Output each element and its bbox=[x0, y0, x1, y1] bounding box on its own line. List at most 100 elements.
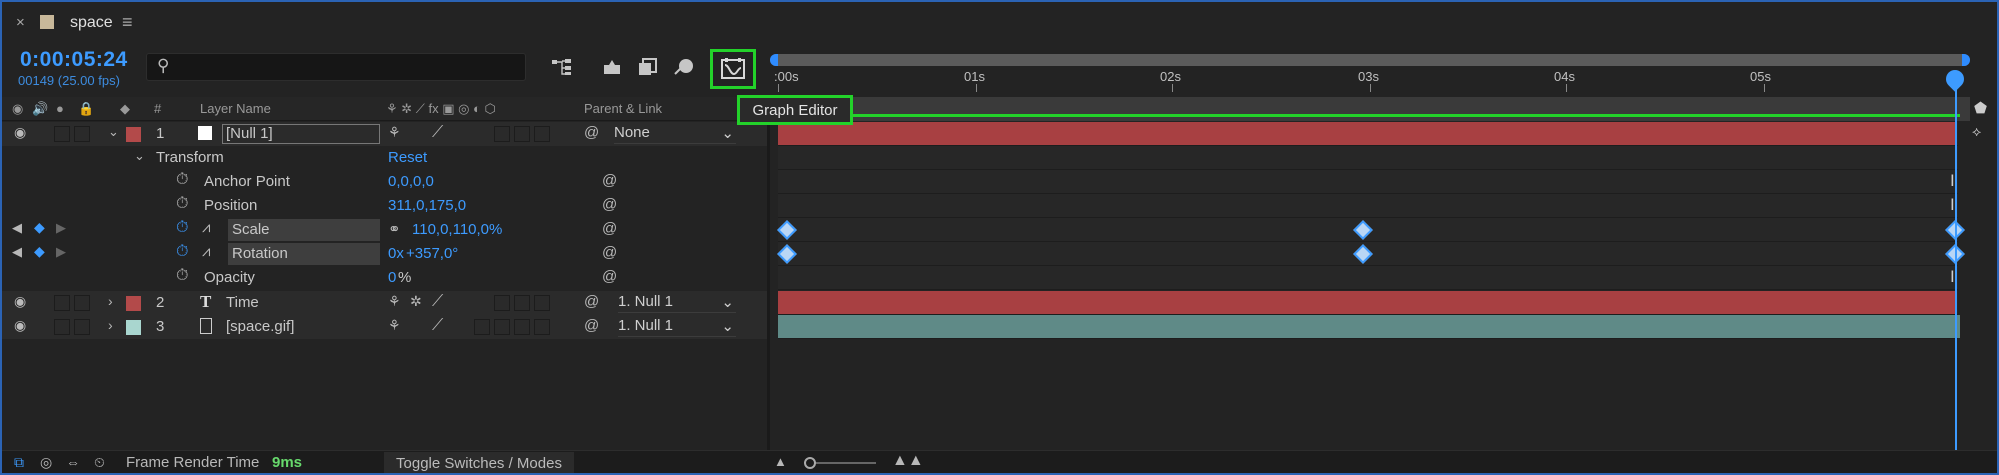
shy-switch-icon[interactable]: ⚘ bbox=[388, 124, 401, 141]
work-area-end-handle[interactable] bbox=[1962, 54, 1970, 66]
parent-dropdown[interactable]: 1. Null 1 ⌄ bbox=[618, 317, 736, 337]
rotation-degrees[interactable]: +357,0° bbox=[406, 245, 458, 262]
pickwhip-icon[interactable]: @ bbox=[584, 293, 599, 310]
layer-name[interactable]: [Null 1] bbox=[222, 124, 380, 144]
shy-switch-icon[interactable]: ⚘ bbox=[388, 317, 401, 334]
anchor-point-value[interactable]: 0,0,0,0 bbox=[388, 173, 434, 190]
panel-divider[interactable] bbox=[767, 97, 770, 452]
layer-name-header[interactable]: Layer Name bbox=[200, 101, 271, 116]
add-keyframe-icon[interactable]: ◆ bbox=[34, 243, 45, 260]
scale-value[interactable]: 110,0,110,0% bbox=[412, 221, 502, 238]
layer-2-duration-bar[interactable] bbox=[778, 291, 1956, 314]
rotation-revolutions[interactable]: 0x bbox=[388, 245, 404, 262]
switch[interactable] bbox=[494, 126, 510, 142]
label-color[interactable] bbox=[126, 320, 141, 335]
stopwatch-icon[interactable]: ⏱ bbox=[176, 171, 188, 189]
layer-3-duration-bar[interactable] bbox=[778, 315, 1960, 338]
audio-header-icon[interactable]: 🔊 bbox=[32, 101, 48, 117]
keyframe-rotation-1[interactable] bbox=[1353, 244, 1373, 264]
layer-row-1[interactable]: ◉ ⌄ 1 [Null 1] ⚘ ⟋ @ None ⌄ bbox=[2, 122, 767, 146]
switch[interactable] bbox=[514, 126, 530, 142]
reset-link[interactable]: Reset bbox=[388, 149, 427, 166]
switch[interactable] bbox=[474, 319, 490, 335]
prev-keyframe-icon[interactable]: ◀ bbox=[12, 220, 22, 236]
next-keyframe-icon[interactable]: ▶ bbox=[56, 244, 66, 260]
graph-icon[interactable]: ⩘ bbox=[202, 243, 210, 260]
chevron-right-icon[interactable]: › bbox=[108, 293, 113, 309]
lock-switch[interactable] bbox=[74, 319, 90, 335]
transform-group-row[interactable]: ⌄ Transform Reset bbox=[2, 146, 767, 170]
pickwhip-icon[interactable]: @ bbox=[584, 317, 599, 334]
solo-switch[interactable] bbox=[54, 126, 70, 142]
work-area-bar[interactable] bbox=[770, 54, 1970, 66]
eye-icon[interactable]: ◉ bbox=[14, 293, 26, 310]
stopwatch-icon[interactable]: ⏱ bbox=[176, 267, 188, 285]
switch[interactable] bbox=[494, 295, 510, 311]
comp-marker-icon[interactable]: ⬟ bbox=[1974, 99, 1987, 117]
layer-switches-icon[interactable]: ⧉ bbox=[14, 454, 24, 471]
add-keyframe-icon[interactable]: ◆ bbox=[34, 219, 45, 236]
stopwatch-active-icon[interactable]: ⏱ bbox=[176, 243, 188, 261]
composition-button-icon[interactable]: ⟡ bbox=[1972, 123, 1981, 140]
shy-switch-icon[interactable]: ⚘ bbox=[388, 293, 401, 310]
lock-switch[interactable] bbox=[74, 295, 90, 311]
quality-switch-icon[interactable]: ⟋ bbox=[432, 124, 443, 142]
panel-menu-icon[interactable]: ≡ bbox=[122, 12, 133, 33]
current-time-display[interactable]: 0:00:05:24 bbox=[20, 48, 128, 72]
frame-blending-icon[interactable] bbox=[634, 54, 662, 80]
comp-flowchart-icon[interactable] bbox=[548, 54, 576, 80]
quality-switch-icon[interactable]: ⟋ bbox=[432, 317, 443, 335]
label-color[interactable] bbox=[126, 127, 141, 142]
toggle-switches-modes-button[interactable]: Toggle Switches / Modes bbox=[384, 452, 574, 473]
eye-icon[interactable]: ◉ bbox=[14, 124, 26, 141]
graph-editor-button[interactable] bbox=[710, 49, 756, 89]
pickwhip-icon[interactable]: @ bbox=[584, 124, 599, 141]
opacity-value[interactable]: 0 bbox=[388, 269, 396, 286]
lock-header-icon[interactable]: 🔒 bbox=[78, 101, 94, 117]
draft-3d-icon[interactable] bbox=[598, 54, 626, 80]
constrain-proportions-icon[interactable]: ⚭ bbox=[388, 220, 401, 238]
chevron-down-icon[interactable]: ⌄ bbox=[134, 148, 145, 164]
solo-switch[interactable] bbox=[54, 295, 70, 311]
eye-icon[interactable]: ◉ bbox=[14, 317, 26, 334]
zoom-in-icon[interactable]: ▲▲ bbox=[892, 452, 924, 470]
quality-switch-icon[interactable]: ⟋ bbox=[432, 293, 443, 311]
lock-switch[interactable] bbox=[74, 126, 90, 142]
solo-switch[interactable] bbox=[54, 319, 70, 335]
stopwatch-icon[interactable]: ⏱ bbox=[176, 195, 188, 213]
tab-comp-name[interactable]: space bbox=[70, 14, 113, 32]
eye-header-icon[interactable]: ◉ bbox=[12, 101, 23, 117]
pickwhip-icon[interactable]: @ bbox=[602, 196, 617, 213]
work-area-start-handle[interactable] bbox=[770, 54, 778, 66]
motion-blur-icon[interactable] bbox=[670, 54, 698, 80]
transfer-controls-icon[interactable]: ◎ bbox=[40, 454, 52, 471]
layer-name[interactable]: [space.gif] bbox=[226, 318, 294, 335]
layer-row-3[interactable]: ◉ › 3 [space.gif] ⚘ ⟋ @ 1. Null 1 ⌄ bbox=[2, 315, 767, 339]
switch[interactable] bbox=[534, 126, 550, 142]
switch[interactable] bbox=[534, 295, 550, 311]
solo-header-icon[interactable]: ● bbox=[56, 101, 64, 116]
layer-name[interactable]: Time bbox=[226, 294, 259, 311]
parent-dropdown[interactable]: None ⌄ bbox=[614, 124, 736, 144]
parent-dropdown[interactable]: 1. Null 1 ⌄ bbox=[618, 293, 736, 313]
chevron-right-icon[interactable]: › bbox=[108, 317, 113, 333]
zoom-slider-thumb[interactable] bbox=[804, 457, 816, 469]
switch[interactable] bbox=[494, 319, 510, 335]
in-out-icon[interactable]: ⇔ bbox=[66, 454, 80, 470]
next-keyframe-icon[interactable]: ▶ bbox=[56, 220, 66, 236]
collapse-switch-icon[interactable]: ✲ bbox=[410, 293, 422, 310]
graph-icon[interactable]: ⩘ bbox=[202, 219, 210, 236]
pickwhip-icon[interactable]: @ bbox=[602, 268, 617, 285]
pickwhip-icon[interactable]: @ bbox=[602, 244, 617, 261]
layer-search-input[interactable]: ⚲ bbox=[146, 53, 526, 81]
pickwhip-icon[interactable]: @ bbox=[602, 172, 617, 189]
time-ruler[interactable]: :00s 01s 02s 03s 04s 05s 6s bbox=[770, 52, 1970, 94]
close-icon[interactable]: × bbox=[16, 14, 25, 31]
switch[interactable] bbox=[514, 319, 530, 335]
chevron-down-icon[interactable]: ⌄ bbox=[108, 124, 119, 140]
position-value[interactable]: 311,0,175,0 bbox=[388, 197, 466, 214]
pickwhip-icon[interactable]: @ bbox=[602, 220, 617, 237]
keyframe-rotation-0[interactable] bbox=[777, 244, 797, 264]
layer-row-2[interactable]: ◉ › 2 T Time ⚘ ✲ ⟋ @ 1. Null 1 ⌄ bbox=[2, 291, 767, 315]
keyframe-scale-1[interactable] bbox=[1353, 220, 1373, 240]
